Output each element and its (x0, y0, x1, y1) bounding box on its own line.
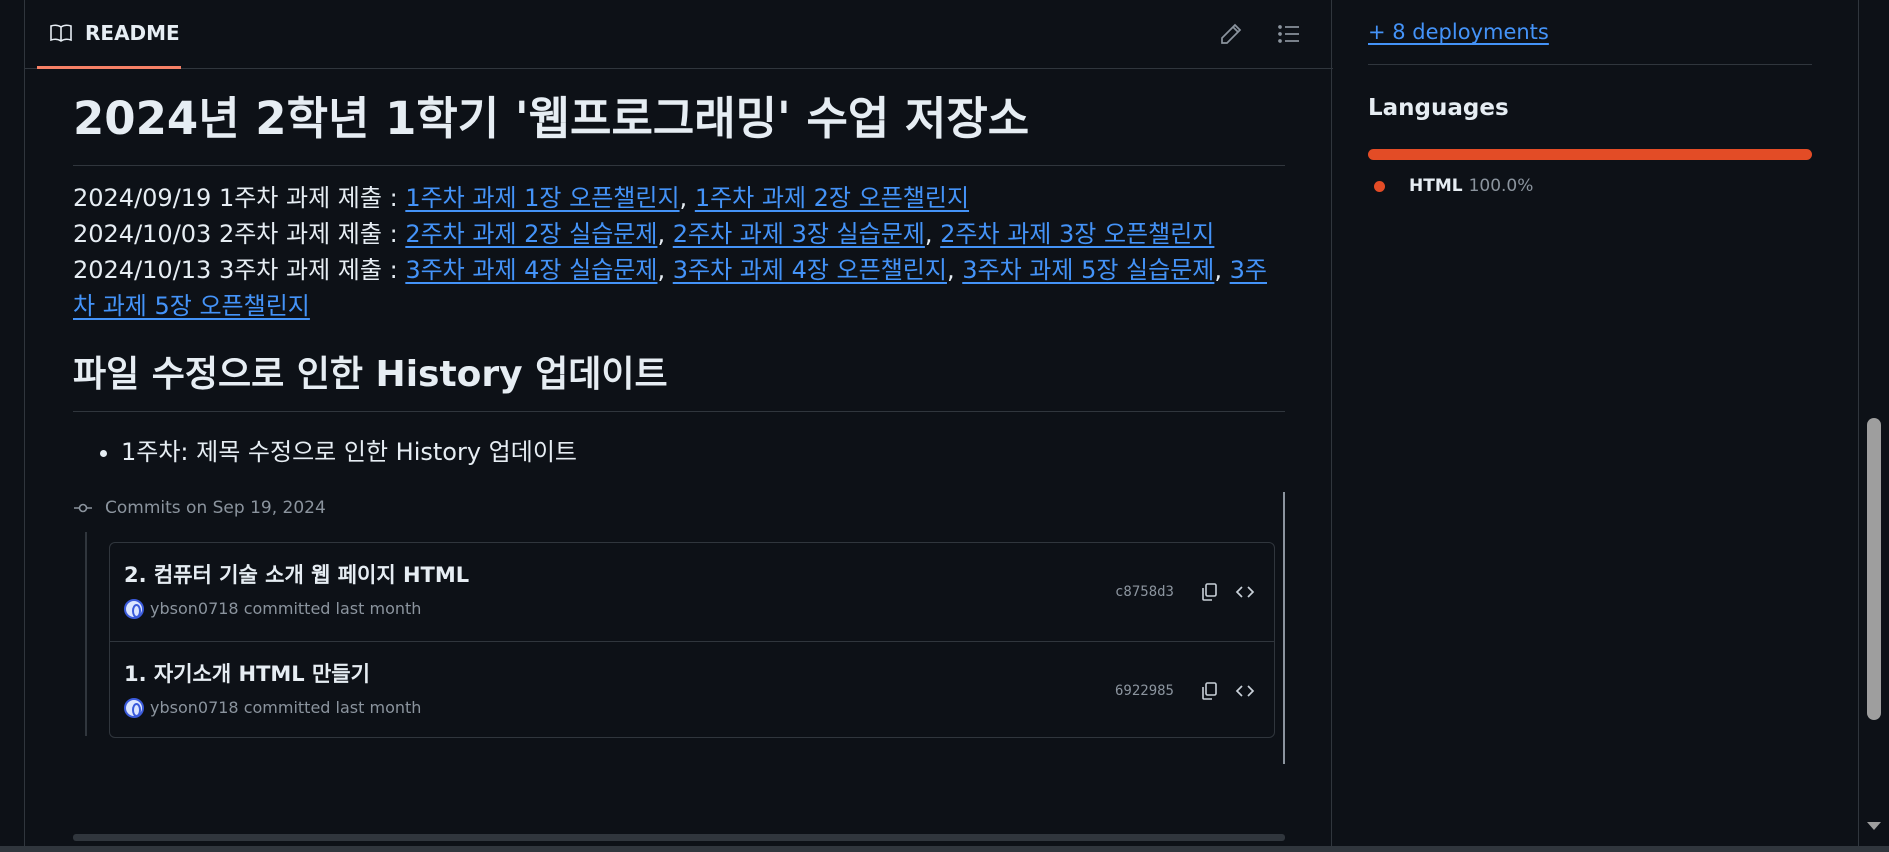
commits-embed: Commits on Sep 19, 2024 2. 컴퓨터 기술 소개 웹 페… (73, 491, 1285, 764)
readme-tab-label: README (85, 21, 180, 45)
readme-content: 2024년 2학년 1학기 '웹프로그래밍' 수업 저장소 2024/09/19… (73, 90, 1285, 764)
language-item[interactable]: HTML 100.0% (1368, 176, 1812, 196)
readme-panel: README 2024년 2학년 1학기 '웹프로그래밍' 수업 저장소 202… (24, 0, 1333, 852)
divider (1283, 491, 1285, 764)
homework-link[interactable]: 3주차 과제 4장 실습문제 (405, 256, 657, 284)
list-icon (1278, 25, 1299, 43)
timeline-line (85, 531, 87, 736)
browse-code-button[interactable] (1230, 676, 1260, 706)
homework-prefix: 2024/10/03 2주차 과제 제출 : (73, 219, 406, 248)
commit-meta: ybson0718 committed last month (124, 598, 1274, 619)
book-icon (50, 24, 72, 42)
homework-line: 2024/09/19 1주차 과제 제출 : 1주차 과제 1장 오픈챌린지, … (73, 183, 970, 212)
code-icon (1235, 585, 1255, 598)
homework-line: 2024/10/13 3주차 과제 제출 : 3주차 과제 4장 실습문제, 3… (73, 255, 1268, 320)
commit-row: 2. 컴퓨터 기술 소개 웹 페이지 HTML ybson0718 commit… (110, 543, 1274, 641)
divider (1368, 64, 1812, 65)
horizontal-scrollbar[interactable] (73, 834, 1285, 841)
repo-sidebar: + 8 deployments Languages HTML 100.0% (1368, 0, 1812, 196)
commit-list: 2. 컴퓨터 기술 소개 웹 페이지 HTML ybson0718 commit… (109, 541, 1275, 739)
homework-link[interactable]: 3주차 과제 5장 실습문제 (962, 256, 1214, 284)
pencil-icon (1221, 23, 1242, 44)
avatar[interactable] (124, 697, 144, 718)
commit-author: ybson0718 committed last month (150, 599, 422, 618)
commit-sha[interactable]: 6922985 (1115, 683, 1174, 699)
languages-title: Languages (1368, 95, 1509, 121)
homework-link[interactable]: 3주차 과제 4장 오픈챌린지 (673, 256, 947, 284)
commit-sha[interactable]: c8758d3 (1115, 584, 1174, 600)
readme-tab[interactable]: README (37, 0, 181, 69)
code-icon (1235, 684, 1255, 697)
list-item: 1주차: 제목 수정으로 인한 History 업데이트 (121, 434, 1285, 470)
homework-link[interactable]: 2주차 과제 3장 실습문제 (673, 220, 925, 248)
commit-author: ybson0718 committed last month (150, 698, 422, 717)
commits-date: Commits on Sep 19, 2024 (105, 497, 326, 518)
history-heading: 파일 수정으로 인한 History 업데이트 (73, 352, 1285, 412)
commit-icon (74, 503, 92, 512)
history-list: 1주차: 제목 수정으로 인한 History 업데이트 (73, 434, 1285, 470)
commits-header: Commits on Sep 19, 2024 (73, 492, 1285, 524)
copy-sha-button[interactable] (1194, 676, 1224, 706)
language-dot (1374, 180, 1385, 192)
commit-title[interactable]: 1. 자기소개 HTML 만들기 (124, 660, 1274, 688)
scrollbar-thumb[interactable] (1867, 418, 1881, 720)
language-name: HTML (1409, 176, 1463, 196)
language-percent: 100.0% (1468, 176, 1534, 196)
copy-sha-button[interactable] (1194, 577, 1224, 607)
commit-actions: c8758d3 (1115, 577, 1260, 607)
deployments-link[interactable]: + 8 deployments (1368, 20, 1812, 44)
outline-button[interactable] (1271, 16, 1307, 52)
avatar[interactable] (124, 598, 144, 619)
homework-link[interactable]: 2주차 과제 3장 오픈챌린지 (940, 220, 1214, 248)
homework-line: 2024/10/03 2주차 과제 제출 : 2주차 과제 2장 실습문제, 2… (73, 219, 1215, 248)
page-title: 2024년 2학년 1학기 '웹프로그래밍' 수업 저장소 (73, 90, 1285, 166)
commit-meta: ybson0718 committed last month (124, 697, 1274, 718)
language-bar (1368, 149, 1812, 160)
browse-code-button[interactable] (1230, 577, 1260, 607)
window-bottom-edge (0, 846, 1889, 852)
copy-icon (1202, 582, 1217, 601)
homework-prefix: 2024/09/19 1주차 과제 제출 : (73, 183, 406, 212)
homework-link[interactable]: 2주차 과제 2장 실습문제 (405, 220, 657, 248)
readme-header: README (25, 0, 1333, 69)
homework-prefix: 2024/10/13 3주차 과제 제출 : (73, 255, 406, 284)
homework-link[interactable]: 1주차 과제 2장 오픈챌린지 (695, 184, 969, 212)
homework-link[interactable]: 1주차 과제 1장 오픈챌린지 (405, 184, 679, 212)
commit-row: 1. 자기소개 HTML 만들기 ybson0718 committed las… (110, 640, 1274, 739)
vertical-scrollbar[interactable] (1858, 0, 1889, 852)
copy-icon (1202, 681, 1217, 700)
scroll-down-arrow-icon[interactable] (1867, 822, 1881, 830)
edit-readme-button[interactable] (1213, 16, 1249, 52)
commit-actions: 6922985 (1115, 676, 1260, 706)
homework-list: 2024/09/19 1주차 과제 제출 : 1주차 과제 1장 오픈챌린지, … (73, 180, 1285, 324)
commit-title[interactable]: 2. 컴퓨터 기술 소개 웹 페이지 HTML (124, 561, 1274, 589)
